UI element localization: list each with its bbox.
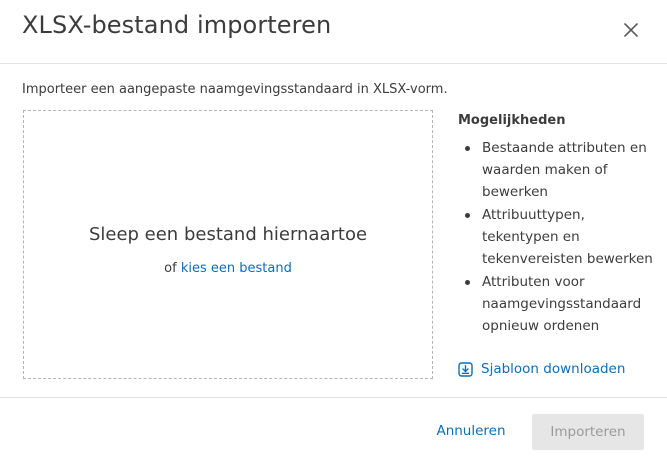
download-icon <box>458 361 473 377</box>
drop-zone-title: Sleep een bestand hiernaartoe <box>88 224 368 245</box>
import-dialog: XLSX-bestand importeren Importeer een aa… <box>0 0 667 462</box>
dialog-header: XLSX-bestand importeren <box>0 0 667 64</box>
close-icon <box>624 23 638 37</box>
option-text: Attributen voor naamgevingsstandaard opn… <box>482 274 642 334</box>
close-button[interactable] <box>618 17 644 43</box>
list-item: Attributen voor naamgevingsstandaard opn… <box>458 271 658 337</box>
bullet-icon <box>465 213 470 218</box>
import-button[interactable]: Importeren <box>532 414 644 450</box>
drop-zone-subtext: of kies een bestand <box>24 261 432 276</box>
download-template-label: Sjabloon downloaden <box>481 361 626 377</box>
option-text: Attribuuttypen, tekentypen en tekenverei… <box>482 207 653 267</box>
file-drop-zone[interactable]: Sleep een bestand hiernaartoe of kies ee… <box>23 110 433 379</box>
option-text: Bestaande attributen en waarden maken of… <box>482 140 647 200</box>
list-item: Attribuuttypen, tekentypen en tekenverei… <box>458 204 658 270</box>
dialog-description: Importeer een aangepaste naamgevingsstan… <box>22 82 448 97</box>
dialog-footer: Annuleren Importeren <box>0 397 667 462</box>
options-panel: Mogelijkheden Bestaande attributen en wa… <box>458 113 658 338</box>
download-template-link[interactable]: Sjabloon downloaden <box>458 359 625 379</box>
bullet-icon <box>465 146 470 151</box>
choose-file-link[interactable]: kies een bestand <box>181 261 292 276</box>
bullet-icon <box>465 280 470 285</box>
drop-zone-or-text: of <box>164 261 177 276</box>
cancel-button[interactable]: Annuleren <box>424 414 518 448</box>
options-list: Bestaande attributen en waarden maken of… <box>458 137 658 337</box>
options-heading: Mogelijkheden <box>458 113 566 128</box>
dialog-title: XLSX-bestand importeren <box>22 11 332 39</box>
list-item: Bestaande attributen en waarden maken of… <box>458 137 658 203</box>
